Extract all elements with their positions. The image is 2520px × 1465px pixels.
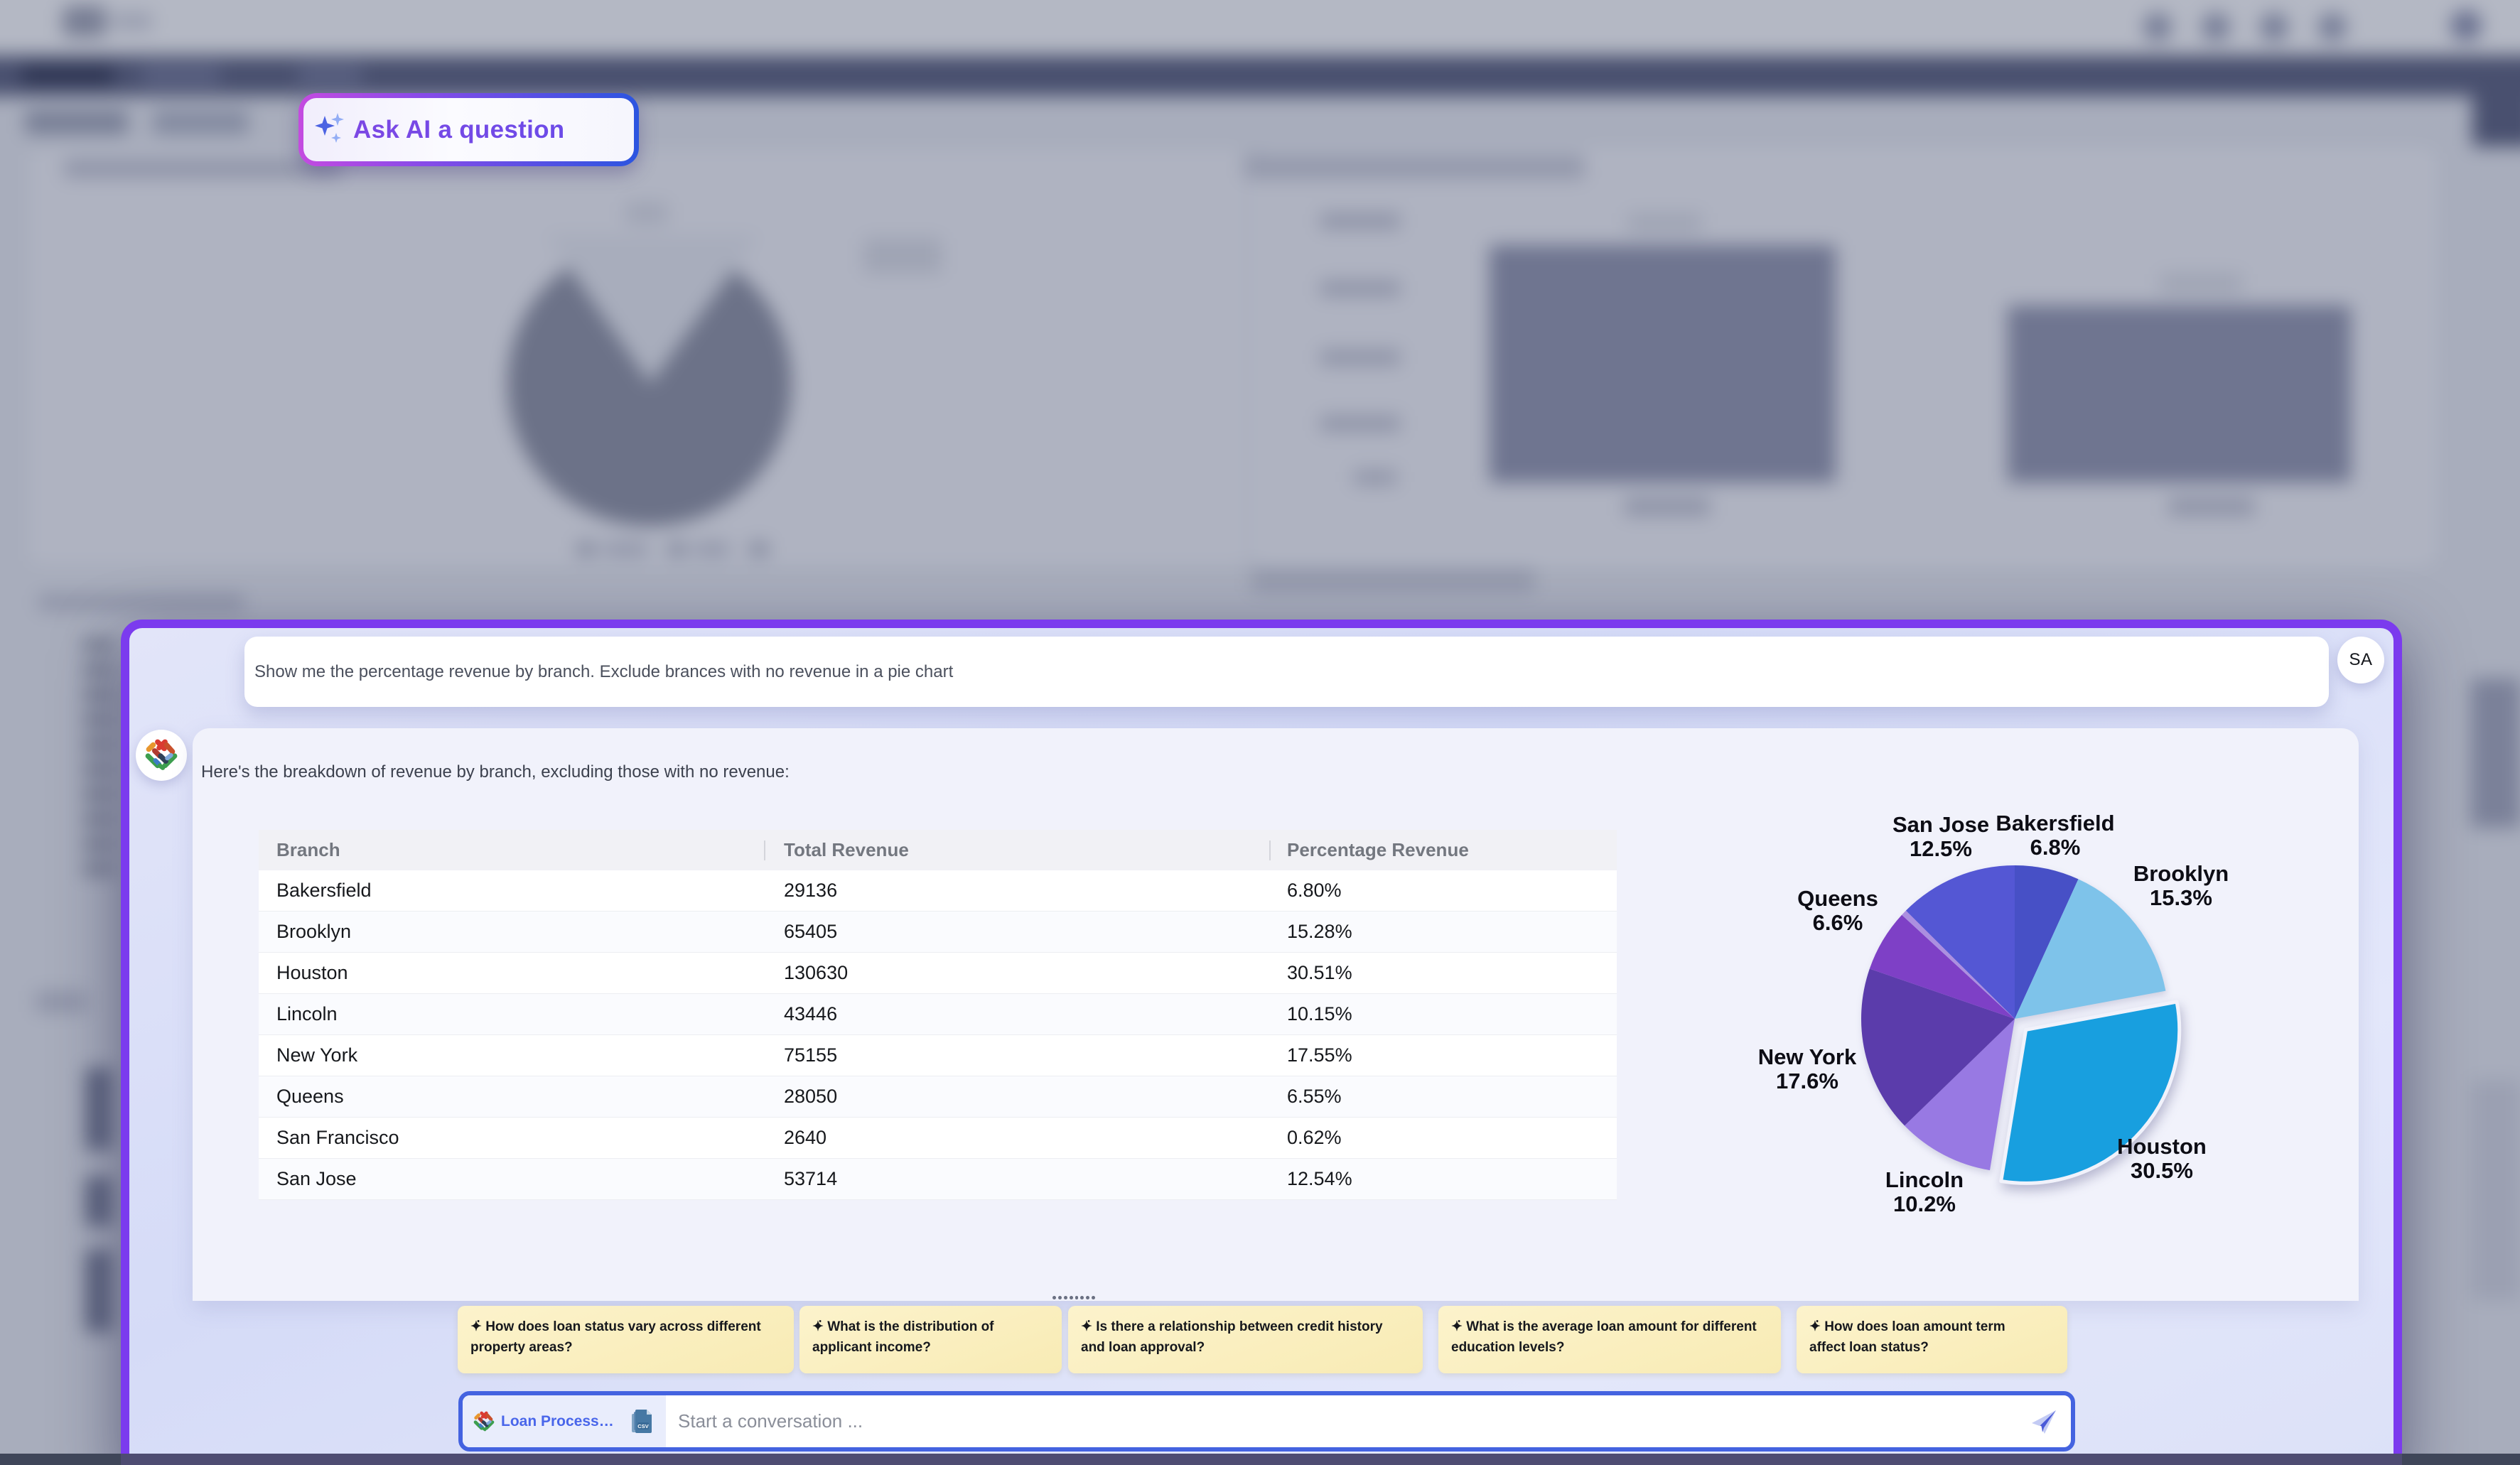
svg-text:CSV: CSV [637, 1423, 648, 1429]
